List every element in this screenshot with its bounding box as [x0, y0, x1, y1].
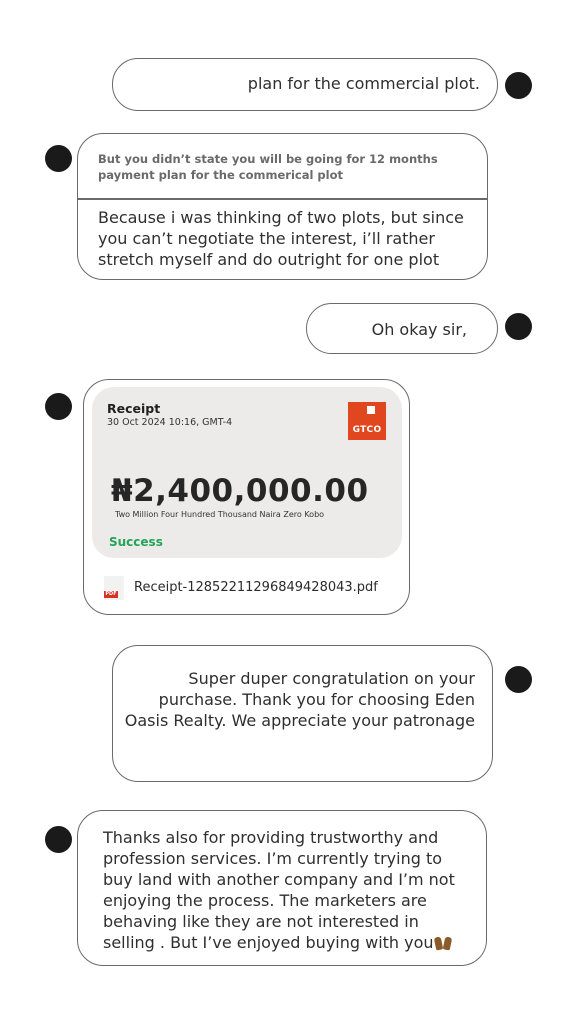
receipt-amount-words: Two Million Four Hundred Thousand Naira … [115, 510, 325, 519]
pdf-tag: PDF [104, 591, 118, 598]
message-text: plan for the commercial plot. [247, 74, 480, 93]
logo-square-icon [367, 406, 375, 414]
message-text: Because i was thinking of two plots, but… [98, 208, 464, 269]
receipt-status: Success [109, 535, 163, 549]
raised-hands-icon [435, 936, 451, 950]
bank-logo-label: GTCO [352, 425, 382, 435]
message-bubble-sent[interactable]: Super duper congratulation on your purch… [112, 645, 493, 782]
message-bubble-received[interactable]: Receipt 30 Oct 2024 10:16, GMT-4 GTCO ₦2… [83, 379, 410, 615]
avatar [505, 313, 532, 340]
message-text: Thanks also for providing trustworthy an… [103, 827, 473, 953]
avatar [45, 145, 72, 172]
avatar [505, 72, 532, 99]
avatar [45, 826, 72, 853]
attachment-filename[interactable]: Receipt-128522112968494280​43.pdf [134, 580, 378, 595]
receipt-amount: ₦2,400,000.00 [111, 473, 369, 509]
message-bubble-sent[interactable]: plan for the commercial plot. [112, 58, 498, 111]
avatar [505, 666, 532, 693]
message-bubble-received[interactable]: But you didn’t state you will be going f… [77, 133, 488, 280]
message-text-body: Thanks also for providing trustworthy an… [103, 828, 455, 952]
receipt-title: Receipt [107, 401, 161, 416]
message-text: Super duper congratulation on your purch… [124, 669, 475, 730]
quote-divider [78, 198, 487, 200]
pdf-file-icon: PDF [104, 576, 124, 600]
bank-logo: GTCO [348, 402, 386, 440]
receipt-card[interactable]: Receipt 30 Oct 2024 10:16, GMT-4 GTCO ₦2… [92, 387, 402, 558]
message-bubble-received[interactable]: Thanks also for providing trustworthy an… [77, 810, 487, 966]
quoted-message[interactable]: But you didn’t state you will be going f… [98, 151, 476, 183]
avatar [45, 393, 72, 420]
message-bubble-sent[interactable]: Oh okay sir, [306, 303, 498, 354]
receipt-date: 30 Oct 2024 10:16, GMT-4 [107, 417, 233, 428]
message-text: Oh okay sir, [371, 320, 467, 339]
